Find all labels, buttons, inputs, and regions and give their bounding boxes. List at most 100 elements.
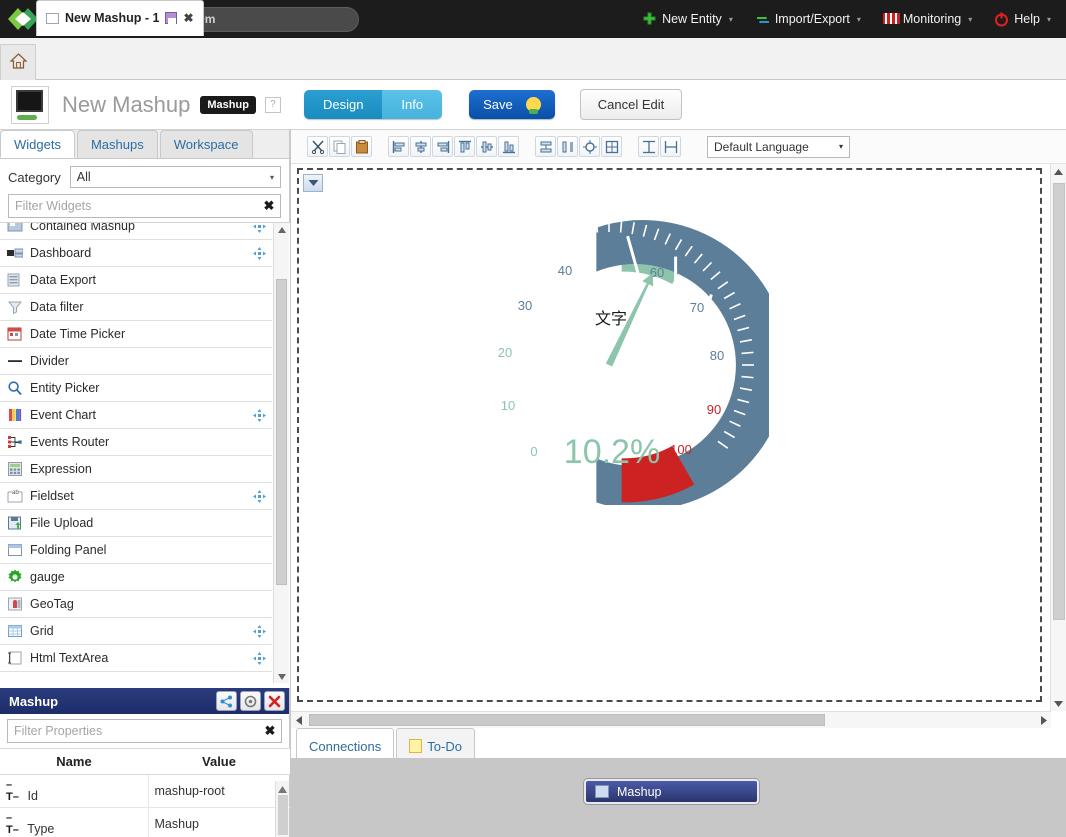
widget-item-date-time-picker[interactable]: Date Time Picker bbox=[0, 321, 272, 348]
widget-item-grid[interactable]: Grid bbox=[0, 618, 272, 645]
canvas-vertical-scrollbar[interactable] bbox=[1050, 164, 1066, 711]
close-x-icon[interactable]: ✖ bbox=[183, 11, 193, 25]
home-tab-button[interactable] bbox=[0, 44, 36, 80]
move-handle-icon[interactable] bbox=[253, 223, 266, 233]
property-value[interactable]: Mashup bbox=[148, 807, 290, 837]
canvas-horizontal-scrollbar[interactable] bbox=[291, 711, 1051, 728]
distribute-v-button[interactable] bbox=[557, 136, 578, 157]
widget-item-dashboard[interactable]: Dashboard bbox=[0, 240, 272, 267]
cancel-edit-button[interactable]: Cancel Edit bbox=[579, 89, 683, 120]
properties-scroll-thumb[interactable] bbox=[278, 795, 288, 835]
tab-workspace[interactable]: Workspace bbox=[159, 130, 253, 158]
table-row[interactable]: –T– Type Mashup bbox=[0, 807, 290, 837]
widget-name: Expression bbox=[30, 462, 92, 476]
global-search-input[interactable]: +m bbox=[186, 6, 359, 32]
bindings-share-icon[interactable] bbox=[216, 691, 237, 711]
mashup-design-surface[interactable]: 0 10 20 30 40 50 60 70 80 90 100 文字 10.2… bbox=[297, 168, 1042, 702]
canvas-vscroll-thumb[interactable] bbox=[1053, 183, 1065, 620]
cut-scissors-icon bbox=[311, 140, 324, 154]
surface-dropdown-button[interactable] bbox=[303, 174, 323, 192]
scroll-right-icon[interactable] bbox=[1036, 713, 1051, 728]
widget-item-expression[interactable]: Expression bbox=[0, 456, 272, 483]
paste-button[interactable] bbox=[351, 136, 372, 157]
widget-item-geotag[interactable]: GeoTag bbox=[0, 591, 272, 618]
help-question-icon[interactable]: ? bbox=[264, 96, 281, 113]
tab-connections[interactable]: Connections bbox=[296, 728, 395, 758]
gear-settings-icon[interactable] bbox=[240, 691, 261, 711]
widget-item-fieldset[interactable]: ab Fieldset bbox=[0, 483, 272, 510]
monitoring-icon bbox=[882, 12, 900, 27]
nav-new-entity[interactable]: New Entity ▾ bbox=[631, 0, 744, 38]
align-bottom-icon bbox=[502, 141, 515, 153]
nav-monitoring[interactable]: Monitoring ▾ bbox=[872, 0, 983, 38]
nav-help[interactable]: Help ▾ bbox=[983, 0, 1062, 38]
align-right-button[interactable] bbox=[432, 136, 453, 157]
widget-item-events-router[interactable]: Events Router bbox=[0, 429, 272, 456]
same-width-button[interactable] bbox=[660, 136, 681, 157]
filter-properties-input[interactable] bbox=[8, 724, 259, 738]
tab-info[interactable]: Info bbox=[382, 90, 443, 119]
connections-canvas[interactable]: Mashup bbox=[291, 758, 1066, 837]
move-handle-icon[interactable] bbox=[253, 651, 266, 665]
cut-button[interactable] bbox=[307, 136, 328, 157]
close-red-x-icon[interactable] bbox=[264, 691, 285, 711]
canvas-hscroll-thumb[interactable] bbox=[309, 714, 825, 726]
copy-button[interactable] bbox=[329, 136, 350, 157]
move-handle-icon[interactable] bbox=[253, 246, 266, 260]
widget-item-divider[interactable]: Divider bbox=[0, 348, 272, 375]
clear-properties-filter-icon[interactable]: ✖ bbox=[259, 723, 281, 739]
scroll-down-icon[interactable] bbox=[274, 670, 289, 683]
scroll-up-icon[interactable] bbox=[274, 223, 289, 236]
tab-mashups[interactable]: Mashups bbox=[76, 130, 158, 158]
document-icon bbox=[46, 12, 59, 24]
tab-todo[interactable]: To-Do bbox=[396, 728, 475, 758]
same-height-button[interactable] bbox=[638, 136, 659, 157]
tab-widgets[interactable]: Widgets bbox=[0, 130, 75, 158]
save-button[interactable]: Save bbox=[469, 90, 555, 119]
widget-item-contained-mashup[interactable]: Contained Mashup bbox=[0, 223, 272, 240]
view-mode-toggle: Design Info bbox=[303, 90, 443, 119]
scroll-down-icon[interactable] bbox=[1051, 696, 1066, 711]
funnel-filter-icon bbox=[7, 299, 23, 315]
category-select[interactable]: All ▾ bbox=[69, 166, 281, 188]
distribute-h-button[interactable] bbox=[535, 136, 556, 157]
save-button-label: Save bbox=[483, 97, 513, 112]
widget-list-vertical-scrollbar[interactable] bbox=[273, 223, 289, 683]
filter-widgets-input[interactable] bbox=[9, 199, 258, 213]
widget-item-file-upload[interactable]: File Upload bbox=[0, 510, 272, 537]
widget-list-scroll-thumb[interactable] bbox=[276, 279, 287, 585]
scroll-left-icon[interactable] bbox=[291, 713, 306, 728]
gauge-widget[interactable]: 0 10 20 30 40 50 60 70 80 90 100 文字 10.2… bbox=[449, 220, 788, 510]
widget-item-entity-picker[interactable]: Entity Picker bbox=[0, 375, 272, 402]
nav-import-export[interactable]: Import/Export ▾ bbox=[744, 0, 872, 38]
widget-item-data-export[interactable]: Data Export bbox=[0, 267, 272, 294]
tab-new-mashup-1[interactable]: New Mashup - 1 ✖ bbox=[36, 0, 204, 36]
table-row[interactable]: –T– Id mashup-root bbox=[0, 774, 290, 808]
scroll-up-icon[interactable] bbox=[278, 782, 287, 796]
property-value[interactable]: mashup-root bbox=[148, 774, 290, 808]
align-top-button[interactable] bbox=[454, 136, 475, 157]
move-handle-icon[interactable] bbox=[253, 408, 266, 422]
align-center-h-button[interactable] bbox=[410, 136, 431, 157]
widget-item-data-filter[interactable]: Data filter bbox=[0, 294, 272, 321]
tab-design[interactable]: Design bbox=[303, 90, 383, 119]
language-select[interactable]: Default Language ▾ bbox=[707, 135, 850, 158]
clear-filter-icon[interactable]: ✖ bbox=[258, 198, 280, 214]
widget-item-folding-panel[interactable]: Folding Panel bbox=[0, 537, 272, 564]
widget-name: Divider bbox=[30, 354, 69, 368]
widget-item-html-textarea[interactable]: Html TextArea bbox=[0, 645, 272, 672]
connection-node-mashup[interactable]: Mashup bbox=[584, 779, 759, 804]
properties-vertical-scrollbar[interactable] bbox=[275, 781, 289, 837]
move-handle-icon[interactable] bbox=[253, 489, 266, 503]
scroll-up-icon[interactable] bbox=[1051, 164, 1066, 179]
widget-item-event-chart[interactable]: Event Chart bbox=[0, 402, 272, 429]
floppy-save-icon[interactable] bbox=[165, 12, 178, 24]
align-bottom-button[interactable] bbox=[498, 136, 519, 157]
size-to-fit-button[interactable] bbox=[579, 136, 600, 157]
grid-layout-button[interactable] bbox=[601, 136, 622, 157]
event-chart-icon bbox=[7, 407, 23, 423]
align-left-button[interactable] bbox=[388, 136, 409, 157]
align-middle-button[interactable] bbox=[476, 136, 497, 157]
widget-item-gauge[interactable]: gauge bbox=[0, 564, 272, 591]
move-handle-icon[interactable] bbox=[253, 624, 266, 638]
